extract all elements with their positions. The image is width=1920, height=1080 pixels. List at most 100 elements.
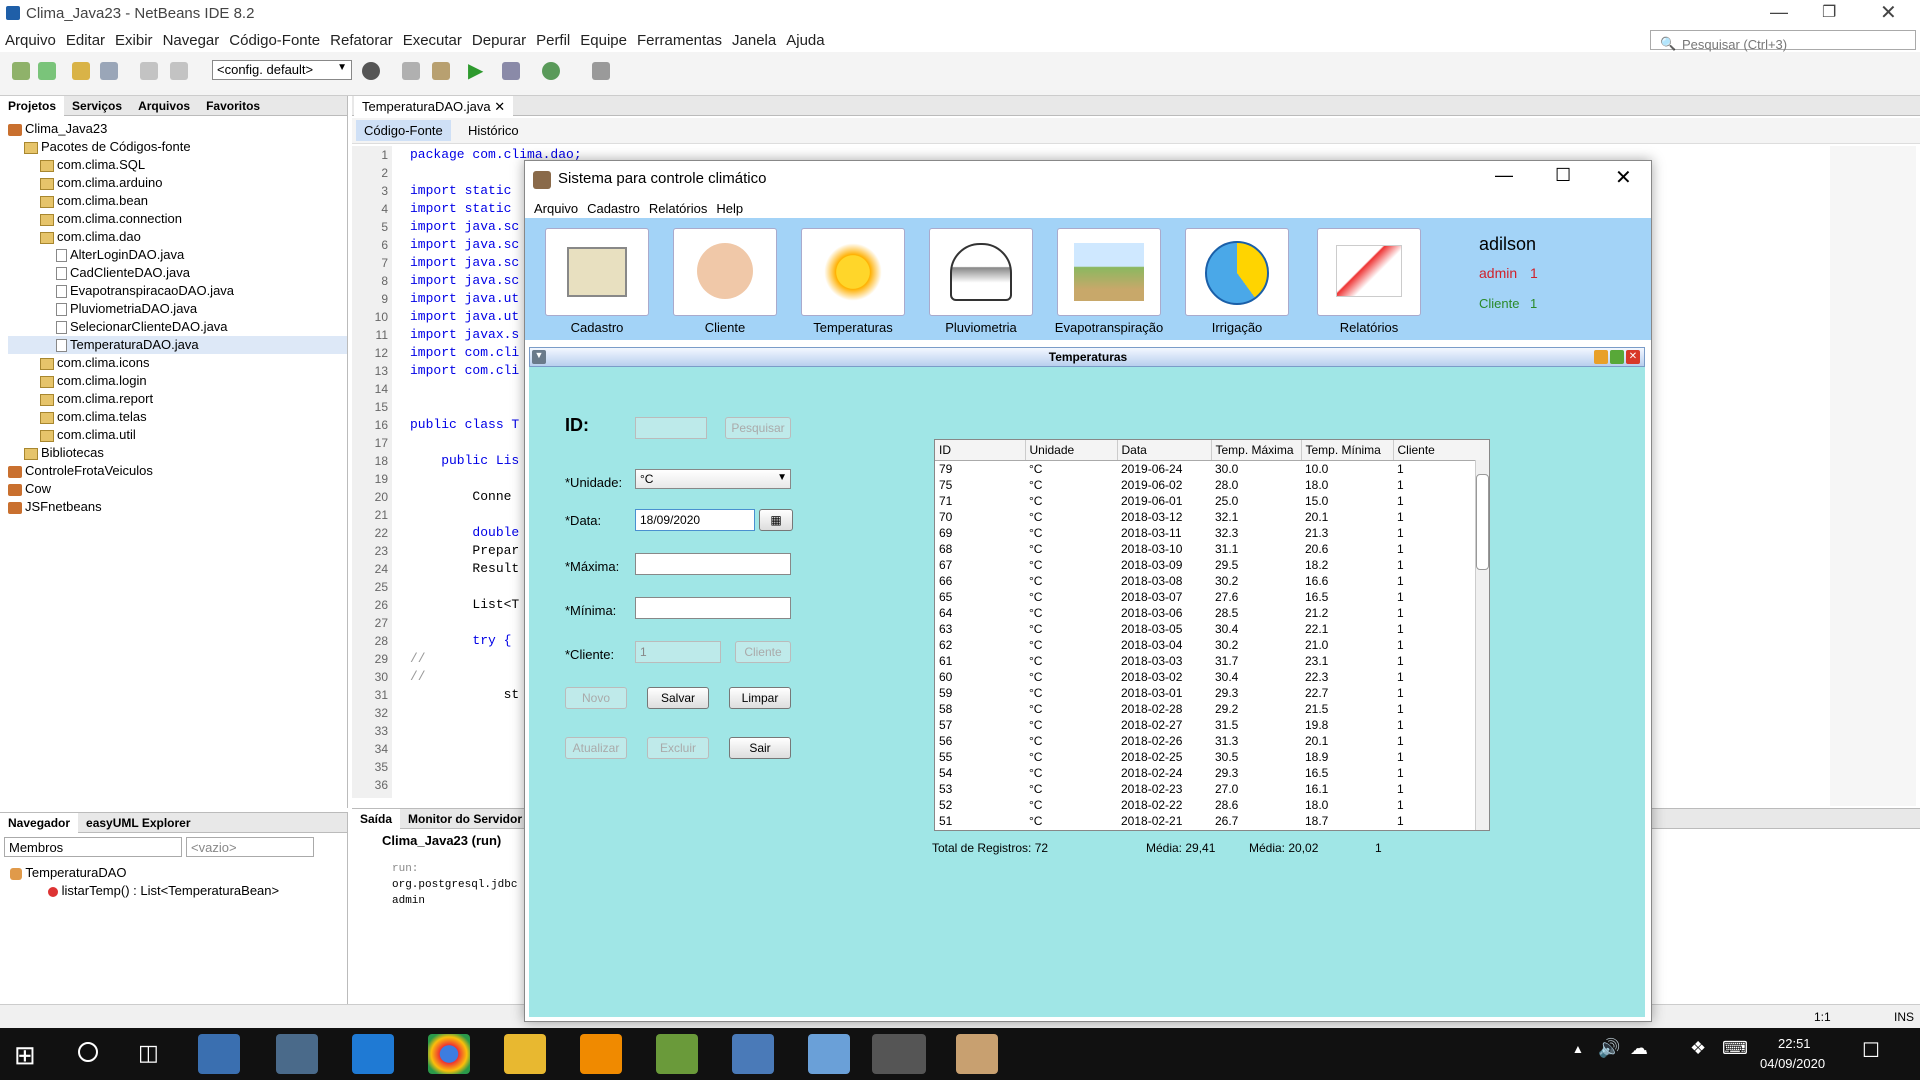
table-row[interactable]: 70 °C 2018-03-12 32.1 20.1 1 [935, 509, 1489, 525]
tree-node[interactable]: Bibliotecas [8, 444, 347, 462]
clock-time[interactable]: 22:51 [1778, 1036, 1811, 1051]
tab-historico[interactable]: Histórico [460, 120, 527, 141]
code-minimap[interactable] [1830, 146, 1916, 806]
tab-saida[interactable]: Saída [352, 809, 401, 829]
menu-editar[interactable]: Editar [61, 28, 110, 49]
filter-select[interactable]: <vazio> [186, 837, 314, 857]
table-row[interactable]: 53 °C 2018-02-23 27.0 16.1 1 [935, 781, 1489, 797]
tree-node[interactable]: com.clima.report [8, 390, 347, 408]
build-icon[interactable] [402, 62, 420, 80]
vlc-app-icon[interactable] [580, 1034, 622, 1074]
nav-class-node[interactable]: TemperaturaDAO [10, 865, 127, 880]
tree-node[interactable]: PluviometriaDAO.java [8, 300, 347, 318]
table-row[interactable]: 56 °C 2018-02-26 31.3 20.1 1 [935, 733, 1489, 749]
members-select[interactable]: Membros [4, 837, 182, 857]
tree-node[interactable]: CadClienteDAO.java [8, 264, 347, 282]
minimize-icon[interactable]: — [1770, 2, 1788, 23]
dropbox-icon[interactable]: ❖ [1690, 1038, 1706, 1059]
salvar-button[interactable]: Salvar [647, 687, 709, 709]
frame-close-icon[interactable]: ✕ [1626, 350, 1640, 364]
menu-equipe[interactable]: Equipe [575, 28, 632, 49]
tree-node[interactable]: com.clima.connection [8, 210, 347, 228]
menu-perfil[interactable]: Perfil [531, 28, 575, 49]
save-all-icon[interactable] [100, 62, 118, 80]
tree-node[interactable]: JSFnetbeans [8, 498, 347, 516]
volume-icon[interactable]: 🔊 [1598, 1038, 1620, 1059]
editor-app-icon[interactable] [656, 1034, 698, 1074]
computer-app-icon[interactable] [198, 1034, 240, 1074]
netbeans-app-icon[interactable] [808, 1034, 850, 1074]
menu-arquivo[interactable]: Arquivo [0, 28, 61, 49]
menu-janela[interactable]: Janela [727, 28, 781, 49]
pluviometria-button[interactable] [929, 228, 1033, 316]
cadastro-button[interactable] [545, 228, 649, 316]
notifications-icon[interactable]: ☐ [1862, 1038, 1880, 1063]
table-row[interactable]: 69 °C 2018-03-11 32.3 21.3 1 [935, 525, 1489, 541]
clean-build-icon[interactable] [432, 62, 450, 80]
search-icon[interactable] [78, 1042, 98, 1062]
minima-input[interactable] [635, 597, 791, 619]
tree-node[interactable]: com.clima.login [8, 372, 347, 390]
menu-exibir[interactable]: Exibir [110, 28, 158, 49]
menu-ajuda[interactable]: Ajuda [781, 28, 829, 49]
tools-icon[interactable] [592, 62, 610, 80]
app-minimize-icon[interactable]: — [1495, 165, 1513, 186]
menu-executar[interactable]: Executar [398, 28, 467, 49]
app-menu-relatorios[interactable]: Relatórios [649, 201, 708, 216]
novo-button[interactable]: Novo [565, 687, 627, 709]
tree-node[interactable]: Clima_Java23 [8, 120, 347, 138]
table-row[interactable]: 75 °C 2019-06-02 28.0 18.0 1 [935, 477, 1489, 493]
tree-node[interactable]: com.clima.bean [8, 192, 347, 210]
table-row[interactable]: 65 °C 2018-03-07 27.6 16.5 1 [935, 589, 1489, 605]
tool-app-icon[interactable] [732, 1034, 774, 1074]
table-row[interactable]: 52 °C 2018-02-22 28.6 18.0 1 [935, 797, 1489, 813]
tree-node[interactable]: com.clima.arduino [8, 174, 347, 192]
evapotranspiracao-button[interactable] [1057, 228, 1161, 316]
app-close-icon[interactable]: ✕ [1615, 165, 1632, 190]
table-row[interactable]: 79 °C 2019-06-24 30.0 10.0 1 [935, 460, 1489, 477]
tree-node[interactable]: AlterLoginDAO.java [8, 246, 347, 264]
redo-icon[interactable] [170, 62, 188, 80]
atualizar-button[interactable]: Atualizar [565, 737, 627, 759]
sair-button[interactable]: Sair [729, 737, 791, 759]
menu-ferramentas[interactable]: Ferramentas [632, 28, 727, 49]
tree-node[interactable]: ControleFrotaVeiculos [8, 462, 347, 480]
vscode-app-icon[interactable] [352, 1034, 394, 1074]
tab-monitor[interactable]: Monitor do Servidor [400, 809, 530, 829]
column-header[interactable]: Unidade [1025, 440, 1118, 461]
maxima-input[interactable] [635, 553, 791, 575]
tab-easyuml[interactable]: easyUML Explorer [78, 813, 199, 833]
table-row[interactable]: 59 °C 2018-03-01 29.3 22.7 1 [935, 685, 1489, 701]
new-file-icon[interactable] [12, 62, 30, 80]
debug-icon[interactable] [502, 62, 520, 80]
clock-date[interactable]: 04/09/2020 [1760, 1056, 1825, 1071]
table-row[interactable]: 57 °C 2018-02-27 31.5 19.8 1 [935, 717, 1489, 733]
run-icon[interactable]: ▶ [468, 58, 483, 83]
app-maximize-icon[interactable]: ☐ [1555, 165, 1571, 186]
tab-codigo-fonte[interactable]: Código-Fonte [356, 120, 451, 141]
globe-icon[interactable] [362, 62, 380, 80]
tree-node[interactable]: com.clima.icons [8, 354, 347, 372]
table-scrollbar[interactable] [1475, 460, 1489, 830]
limpar-button[interactable]: Limpar [729, 687, 791, 709]
cliente-button[interactable] [673, 228, 777, 316]
unidade-select[interactable]: °C ▼ [635, 469, 791, 489]
app-menu-help[interactable]: Help [716, 201, 743, 216]
column-header[interactable]: Data [1117, 440, 1212, 461]
nav-method-node[interactable]: listarTemp() : List<TemperaturaBean> [48, 883, 279, 898]
tree-node[interactable]: com.clima.util [8, 426, 347, 444]
excluir-button[interactable]: Excluir [647, 737, 709, 759]
table-row[interactable]: 55 °C 2018-02-25 30.5 18.9 1 [935, 749, 1489, 765]
tree-node[interactable]: com.clima.telas [8, 408, 347, 426]
id-input[interactable] [635, 417, 707, 439]
undo-icon[interactable] [140, 62, 158, 80]
column-header[interactable]: ID [935, 440, 1026, 461]
tree-node[interactable]: Cow [8, 480, 347, 498]
table-row[interactable]: 64 °C 2018-03-06 28.5 21.2 1 [935, 605, 1489, 621]
tree-node[interactable]: com.clima.SQL [8, 156, 347, 174]
menu-navegar[interactable]: Navegar [158, 28, 225, 49]
app-menu-arquivo[interactable]: Arquivo [534, 201, 578, 216]
new-project-icon[interactable] [38, 62, 56, 80]
paint-app-icon[interactable] [956, 1034, 998, 1074]
table-row[interactable]: 63 °C 2018-03-05 30.4 22.1 1 [935, 621, 1489, 637]
